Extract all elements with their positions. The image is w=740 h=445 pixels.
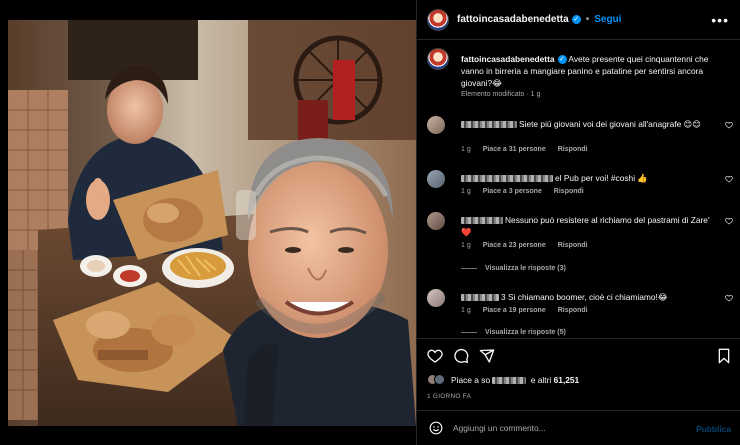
instagram-post-modal: fattoincasadabenedetta ✓ • Segui ••• fat… [0,0,740,445]
comment-body: el Pub per voi! #coshi 👍 [461,172,717,184]
comment-time: 1 g [461,307,471,314]
comment-time: 1 g [461,188,471,195]
caption-text-block: fattoincasadabenedetta ✓ Avete presente q… [461,53,733,90]
author-avatar[interactable] [427,8,449,31]
add-comment-bar: Pubblica [417,410,740,445]
comment-meta: 1 g Piace a 31 persone Rispondi [461,146,598,153]
reply-button[interactable]: Rispondi [558,146,588,153]
commenter-avatar[interactable] [427,170,445,188]
replies-divider-line [461,331,477,333]
view-replies-label: Visualizza le risposte (3) [485,265,566,272]
comment-likes[interactable]: Piace a 23 persone [483,242,546,249]
comment-likes[interactable]: Piace a 19 persone [483,307,546,314]
post-details-panel: fattoincasadabenedetta ✓ • Segui ••• fat… [416,0,740,445]
commenter-username-blurred[interactable] [461,294,499,302]
likes-text: Piace a so e altri 61,251 [451,375,579,385]
commenter-username-blurred[interactable] [461,175,553,183]
liker-avatar [434,374,445,385]
author-username[interactable]: fattoincasadabenedetta [457,14,569,25]
comment-text: Siete più giovani voi dei giovani all'an… [519,119,702,129]
likes-summary[interactable]: Piace a so e altri 61,251 [427,374,579,385]
share-send-icon[interactable] [479,348,495,364]
view-replies-button[interactable]: Visualizza le risposte (5) [461,329,566,336]
post-photo-image [8,20,416,426]
comment-bubble-icon[interactable] [453,348,469,364]
likes-count: 61,251 [553,374,580,385]
comment-meta: 1 g Piace a 23 persone Rispondi [461,242,598,249]
like-heart-icon[interactable] [427,348,443,364]
view-replies-label: Visualizza le risposte (5) [485,329,566,336]
like-comment-heart-icon[interactable] [725,217,733,225]
reply-button[interactable]: Rispondi [558,307,588,314]
commenter-avatar[interactable] [427,289,445,307]
liker-username-blurred[interactable] [492,376,527,384]
more-options-icon[interactable]: ••• [711,12,729,28]
post-time: 1 GIORNO FA [427,393,472,400]
like-comment-heart-icon[interactable] [725,175,733,183]
caption-author-avatar[interactable] [427,48,449,70]
replies-divider-line [461,267,477,269]
follow-button[interactable]: Segui [594,14,621,25]
comment-item: el Pub per voi! #coshi 👍 1 g Piace a 3 p… [427,170,733,200]
comment-body: Siete più giovani voi dei giovani all'an… [461,118,717,130]
view-replies-button[interactable]: Visualizza le risposte (3) [461,265,566,272]
comment-likes[interactable]: Piace a 3 persone [483,188,542,195]
separator-dot: • [585,14,590,25]
reply-button[interactable]: Rispondi [554,188,584,195]
like-comment-heart-icon[interactable] [725,294,733,302]
comment-likes[interactable]: Piace a 31 persone [483,146,546,153]
comment-text: 3 Si chiamano boomer, cioè ci chiamiamo!… [501,292,668,302]
verified-badge-icon: ✓ [571,15,581,24]
reply-button[interactable]: Rispondi [558,242,588,249]
comment-body: Nessuno può resistere al richiamo del pa… [461,214,717,238]
comment-item: Nessuno può resistere al richiamo del pa… [427,212,733,274]
post-actions-bar: Piace a so e altri 61,251 1 GIORNO FA [417,338,740,400]
comment-item: 3 Si chiamano boomer, cioè ci chiamiamo!… [427,289,733,339]
comment-input[interactable] [453,423,673,433]
caption-username[interactable]: fattoincasadabenedetta [461,54,555,64]
publish-button[interactable]: Pubblica [696,424,731,434]
action-icons [427,348,495,364]
post-header: fattoincasadabenedetta ✓ • Segui ••• [417,0,740,40]
commenter-username-blurred[interactable] [461,121,517,129]
verified-badge-icon: ✓ [557,55,567,65]
comment-text: el Pub per voi! #coshi 👍 [555,173,648,183]
comment-meta: 1 g Piace a 19 persone Rispondi [461,307,598,314]
likes-suffix: e altri [530,374,552,385]
likes-prefix: Piace a so [451,374,491,385]
comment-item: Siete più giovani voi dei giovani all'an… [427,116,733,156]
emoji-icon[interactable] [429,421,443,435]
commenter-username-blurred[interactable] [461,217,503,225]
comment-time: 1 g [461,146,471,153]
post-photo[interactable] [8,20,416,426]
like-comment-heart-icon[interactable] [725,121,733,129]
comment-time: 1 g [461,242,471,249]
commenter-avatar[interactable] [427,116,445,134]
save-bookmark-icon[interactable] [717,348,731,364]
commenter-avatar[interactable] [427,212,445,230]
comment-body: 3 Si chiamano boomer, cioè ci chiamiamo!… [461,291,717,303]
caption-meta: Elemento modificato · 1 g [461,91,541,98]
comment-meta: 1 g Piace a 3 persone Rispondi [461,188,594,195]
